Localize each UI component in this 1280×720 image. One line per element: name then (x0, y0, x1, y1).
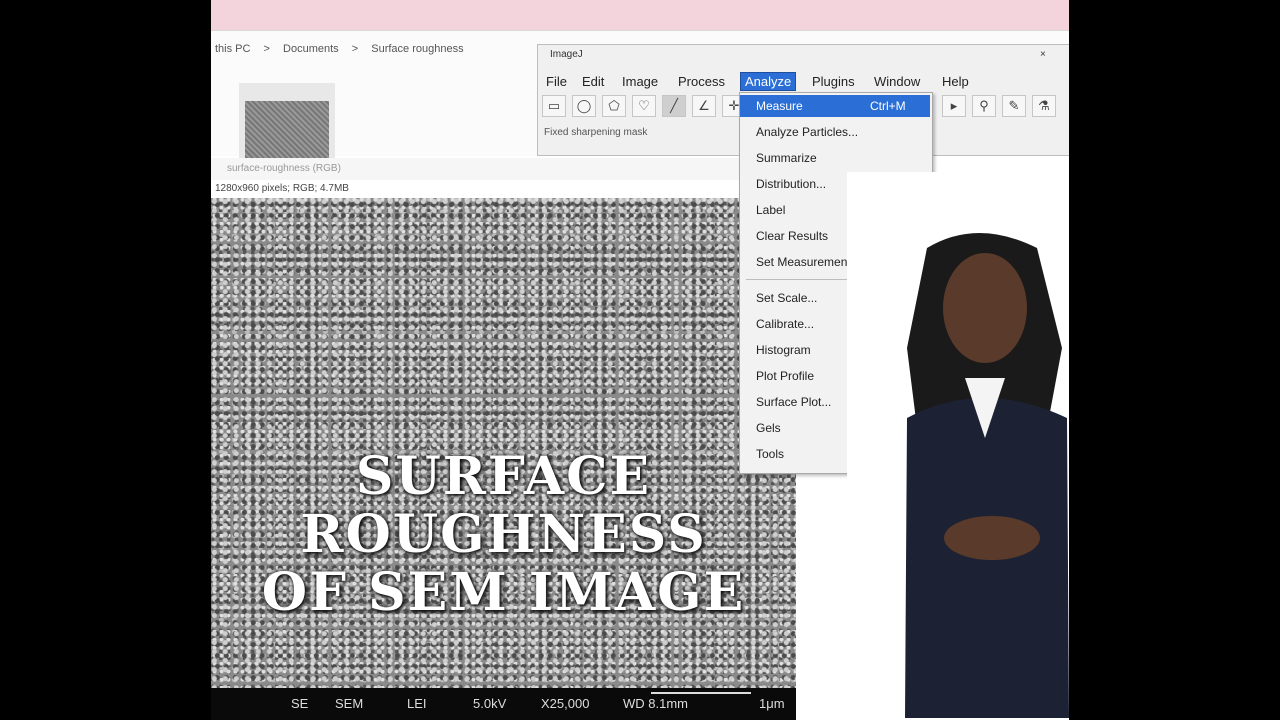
menu-file[interactable]: File (546, 74, 567, 89)
top-pink-bar (211, 0, 1069, 30)
breadcrumb: this PC > Documents > Surface roughness (215, 43, 474, 55)
close-icon[interactable]: × (1040, 49, 1046, 60)
sem-databar: SE SEM LEI 5.0kV X25,000 WD 8.1mm 1μm (211, 688, 796, 720)
imagej-title-text: ImageJ (550, 49, 583, 60)
menu-item-shortcut: Ctrl+M (870, 99, 906, 113)
file-thumbnail[interactable] (239, 83, 335, 163)
menu-process[interactable]: Process (678, 74, 725, 89)
title-line-2: ROUGHNESS (300, 504, 707, 565)
video-title-overlay: SURFACE ROUGHNESS OF SEM IMAGE (211, 448, 796, 622)
presenter-panel (847, 172, 1069, 720)
sem-field-lens: LEI (407, 696, 427, 711)
menu-item-label: Measure (756, 99, 803, 113)
presenter-image (905, 233, 1069, 718)
breadcrumb-separator: > (351, 43, 359, 55)
breadcrumb-item[interactable]: Surface roughness (371, 43, 463, 55)
menu-item-summarize[interactable]: Summarize (740, 147, 930, 169)
menu-item-label: Label (756, 203, 786, 217)
menu-analyze[interactable]: Analyze (740, 72, 797, 91)
menu-item-analyze-particles[interactable]: Analyze Particles... (740, 121, 930, 143)
menu-item-label: Surface Plot... (756, 395, 832, 409)
menu-item-label: Clear Results (756, 229, 829, 243)
image-window-title[interactable]: surface-roughness (RGB) (211, 158, 811, 180)
menu-item-measure[interactable]: Measure Ctrl+M (740, 95, 930, 117)
sem-field-working-distance: WD 8.1mm (623, 696, 688, 711)
image-window-info: 1280x960 pixels; RGB; 4.7MB (211, 180, 815, 198)
thumbnail-image (245, 101, 329, 163)
sem-field-magnification: X25,000 (541, 696, 590, 711)
title-line-1: SURFACE (355, 446, 652, 507)
menu-image[interactable]: Image (622, 74, 658, 89)
breadcrumb-item[interactable]: Documents (283, 43, 339, 55)
menu-item-label: Summarize (756, 151, 817, 165)
menu-item-label: Distribution... (756, 177, 827, 191)
picker-tool-icon[interactable]: ⚗ (1032, 95, 1056, 117)
oval-tool-icon[interactable]: ◯ (572, 95, 596, 117)
freehand-tool-icon[interactable]: ♡ (632, 95, 656, 117)
menu-item-label: Set Scale... (756, 291, 818, 305)
menu-item-label: Gels (756, 421, 781, 435)
imagej-title: ImageJ × (550, 49, 1046, 60)
video-frame: this PC > Documents > Surface roughness … (211, 0, 1069, 720)
menu-edit[interactable]: Edit (582, 74, 604, 89)
sem-field-scale: 1μm (759, 696, 785, 711)
scale-bar (651, 692, 751, 694)
breadcrumb-separator: > (263, 43, 270, 55)
menu-item-label: Calibrate... (756, 317, 815, 331)
imagej-status: Fixed sharpening mask (544, 127, 648, 138)
menu-item-label: Histogram (756, 343, 811, 357)
dropdown-tool-icon[interactable]: ▸ (942, 95, 966, 117)
menu-help[interactable]: Help (942, 74, 969, 89)
imagej-menubar: File Edit Image Process Analyze Plugins … (538, 71, 1069, 93)
rectangle-tool-icon[interactable]: ▭ (542, 95, 566, 117)
dev-tool-icon[interactable]: ⚲ (972, 95, 996, 117)
sem-field-detector: SE (291, 696, 309, 711)
angle-tool-icon[interactable]: ∠ (692, 95, 716, 117)
sem-field-voltage: 5.0kV (473, 696, 507, 711)
line-tool-icon[interactable]: ╱ (662, 95, 686, 117)
brush-tool-icon[interactable]: ✎ (1002, 95, 1026, 117)
polygon-tool-icon[interactable]: ⬠ (602, 95, 626, 117)
menu-plugins[interactable]: Plugins (812, 74, 855, 89)
title-line-3: OF SEM IMAGE (261, 562, 746, 623)
breadcrumb-item[interactable]: this PC (215, 43, 250, 55)
menu-window[interactable]: Window (874, 74, 920, 89)
sem-field-mode: SEM (335, 696, 364, 711)
menu-item-label: Plot Profile (756, 369, 815, 383)
menu-item-label: Analyze Particles... (756, 125, 859, 139)
